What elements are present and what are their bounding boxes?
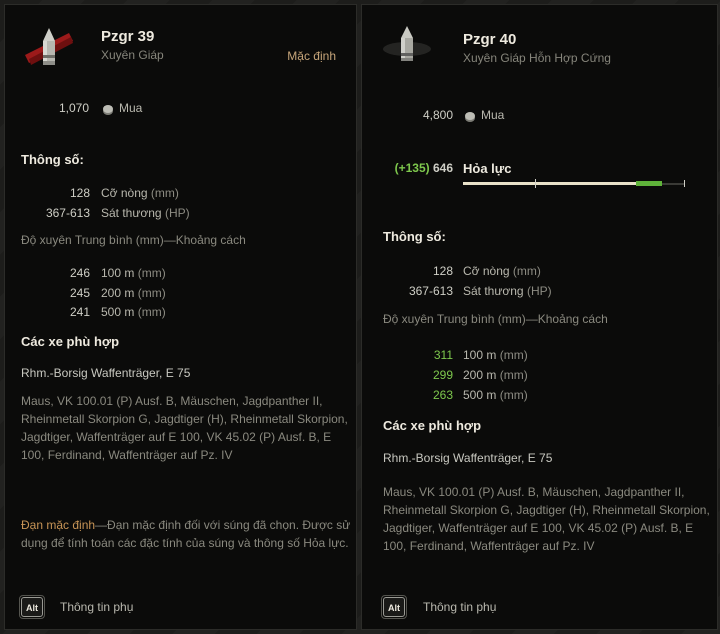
shell-tooltip-pzgr39: Pzgr 39 Xuyên Giáp Mặc định 1,070 Mua Th… [4, 4, 357, 630]
price-value: 1,070 [58, 101, 89, 115]
shell-name: Pzgr 40 [463, 31, 517, 48]
firepower-label: Hỏa lực [463, 161, 512, 176]
pen-200-label: 200 m (mm) [463, 368, 528, 382]
penetration-title: Độ xuyên Trung bình (mm)—Khoảng cách [383, 312, 608, 326]
vehicles-main: Rhm.-Borsig Waffenträger, E 75 [383, 451, 553, 465]
alt-key-frame: Alt [381, 595, 407, 619]
pen-100-value: 246 [69, 266, 90, 280]
penetration-title: Độ xuyên Trung bình (mm)—Khoảng cách [21, 233, 246, 247]
pen-100-label: 100 m (mm) [101, 266, 166, 280]
caliber-value: 128 [432, 264, 453, 278]
alt-key-icon: Alt [383, 597, 405, 617]
pen-200-label: 200 m (mm) [101, 286, 166, 300]
caliber-label: Cỡ nòng (mm) [463, 264, 541, 278]
damage-value: 367-613 [45, 206, 90, 220]
pen-100-label: 100 m (mm) [463, 348, 528, 362]
buy-label: Mua [481, 108, 505, 122]
shell-type: Xuyên Giáp Hỗn Hợp Cứng [463, 51, 611, 65]
damage-label: Sát thương (HP) [463, 284, 552, 298]
silver-coin-icon [103, 104, 113, 113]
damage-value: 367-613 [408, 284, 453, 298]
shell-type: Xuyên Giáp [101, 48, 164, 62]
extra-info-label: Thông tin phụ [60, 600, 134, 614]
ap-shell-icon [25, 28, 73, 65]
pen-500-label: 500 m (mm) [101, 305, 166, 319]
default-ammo-note: Đạn mặc định—Đạn mặc định đối với súng đ… [21, 518, 351, 550]
vehicles-main: Rhm.-Borsig Waffenträger, E 75 [21, 366, 191, 380]
pen-500-label: 500 m (mm) [463, 388, 528, 402]
vehicles-others: Maus, VK 100.01 (P) Ausf. B, Mäuschen, J… [383, 485, 710, 553]
firepower-value: 646 [432, 161, 453, 175]
price-row: Mua [465, 108, 504, 122]
firepower-bar-tick [535, 179, 536, 188]
firepower-bar [463, 179, 685, 188]
apcr-shell-icon [383, 26, 431, 61]
firepower-bar-base [463, 182, 636, 185]
params-title: Thông số: [383, 229, 446, 244]
extra-info-label: Thông tin phụ [423, 600, 497, 614]
caliber-label: Cỡ nòng (mm) [101, 186, 179, 200]
vehicles-title: Các xe phù hợp [21, 334, 120, 349]
pen-500-value: 263 [432, 388, 453, 402]
pen-200-value: 245 [69, 286, 90, 300]
pen-200-value: 299 [432, 368, 453, 382]
price-value: 4,800 [422, 108, 453, 122]
shell-tooltip-pzgr40: Pzgr 40 Xuyên Giáp Hỗn Hợp Cứng 4,800 Mu… [361, 4, 718, 630]
shell-name: Pzgr 39 [101, 28, 155, 45]
caliber-value: 128 [69, 186, 90, 200]
pen-500-value: 241 [69, 305, 90, 319]
firepower-value-row: (+135) 646 [395, 161, 453, 175]
alt-key-frame: Alt [19, 595, 45, 619]
vehicles-others: Maus, VK 100.01 (P) Ausf. B, Mäuschen, J… [21, 394, 348, 462]
price-row: Mua [103, 101, 142, 115]
damage-label: Sát thương (HP) [101, 206, 190, 220]
default-badge: Mặc định [287, 49, 336, 63]
vehicles-title: Các xe phù hợp [383, 418, 482, 433]
silver-coin-icon [465, 111, 475, 120]
firepower-delta: (+135) [394, 161, 430, 175]
firepower-bar-end [684, 180, 685, 187]
firepower-bar-increase [636, 181, 662, 186]
buy-label: Mua [119, 101, 143, 115]
pen-100-value: 311 [433, 348, 453, 362]
params-title: Thông số: [21, 152, 84, 167]
alt-key-icon: Alt [21, 597, 43, 617]
